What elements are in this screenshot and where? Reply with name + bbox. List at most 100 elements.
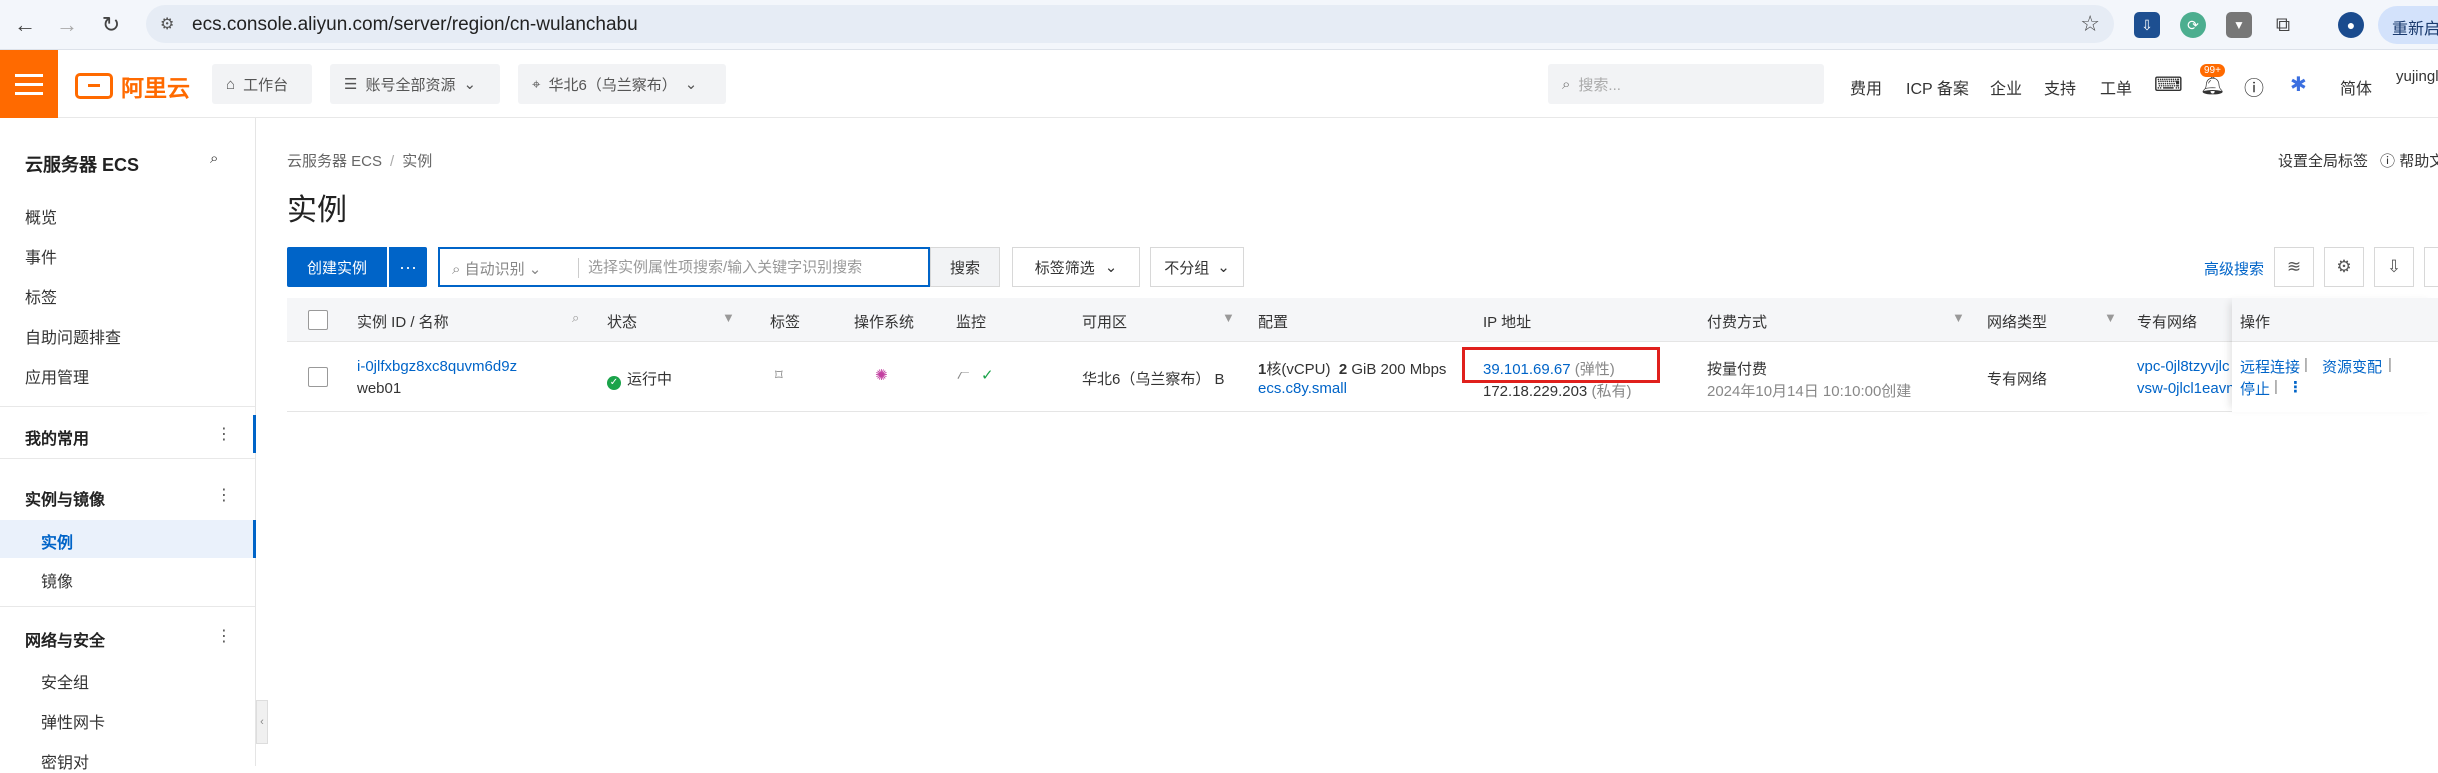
user-account[interactable]: yujingl	[2396, 68, 2438, 85]
download-icon[interactable]: ⇩	[2134, 12, 2160, 38]
gear-icon[interactable]: ⚙	[2324, 247, 2364, 287]
help-icon[interactable]: ⓘ	[2244, 72, 2264, 101]
sidebar-item-app-management[interactable]: 应用管理	[25, 364, 89, 388]
home-icon: ⌂	[226, 75, 236, 93]
global-tag-link[interactable]: 设置全局标签	[2278, 150, 2368, 171]
more-tools-button[interactable]	[2424, 247, 2438, 287]
sidebar-item-eni[interactable]: 弹性网卡	[41, 709, 105, 733]
resize-link[interactable]: 资源变配	[2322, 356, 2382, 377]
extensions-puzzle-icon[interactable]: ⧉	[2270, 12, 2296, 38]
sidebar-item-keypairs[interactable]: 密钥对	[41, 749, 89, 773]
sidebar-item-security-groups[interactable]: 安全组	[41, 669, 89, 693]
address-bar[interactable]: ⚙ ecs.console.aliyun.com/server/region/c…	[146, 5, 2114, 43]
chart-icon[interactable]: ⦧	[957, 366, 969, 383]
monitor-ok-icon[interactable]: ✓	[981, 366, 994, 384]
stop-link[interactable]: 停止	[2240, 378, 2270, 399]
filter-icon[interactable]: ▼	[2104, 310, 2117, 325]
global-search-input[interactable]: ⌕ 搜索...	[1548, 64, 1824, 104]
instance-name: web01	[357, 380, 402, 397]
group-select[interactable]: 不分组 ⌄	[1150, 247, 1244, 287]
more-actions-icon[interactable]: ⋮	[2288, 378, 2303, 396]
favorites-more-icon[interactable]: ⋮	[216, 424, 232, 444]
nav-link-ticket[interactable]: 工单	[2100, 75, 2132, 99]
filter-mode-select[interactable]: ⌕ 自动识别 ⌄	[452, 258, 541, 279]
profile-icon[interactable]: ●	[2338, 12, 2364, 38]
sidebar-item-instances[interactable]: 实例	[41, 529, 73, 553]
row-checkbox[interactable]	[308, 367, 328, 387]
chevron-down-icon: ⌄	[1104, 259, 1118, 276]
billing-method: 按量付费	[1707, 361, 1768, 378]
filter-icon[interactable]: ▼	[1222, 310, 1235, 325]
site-settings-icon[interactable]: ⚙	[160, 14, 174, 34]
create-more-button[interactable]: ···	[389, 247, 427, 287]
language-switch[interactable]: 简体	[2340, 75, 2372, 99]
sidebar-group-favorites[interactable]: 我的常用	[25, 425, 89, 449]
region-select[interactable]: ⌖ 华北6（乌兰察布） ⌄	[518, 64, 726, 104]
search-button[interactable]: 搜索	[930, 247, 1000, 287]
extension-v-icon[interactable]: ▼	[2226, 12, 2252, 38]
breadcrumb-root[interactable]: 云服务器 ECS	[287, 153, 382, 170]
tag-icon[interactable]: ⌑	[775, 366, 783, 384]
nav-link-icp[interactable]: ICP 备案	[1906, 75, 1969, 99]
ops-separator: |	[2388, 356, 2392, 373]
list-icon: ☰	[344, 76, 358, 93]
select-all-checkbox[interactable]	[308, 310, 328, 330]
search-icon: ⌕	[1562, 75, 1571, 93]
sidebar-group-network[interactable]: 网络与安全	[25, 627, 105, 651]
search-icon[interactable]: ⌕	[572, 310, 579, 326]
browser-toolbar: ← → ↻ ⚙ ecs.console.aliyun.com/server/re…	[0, 0, 2438, 50]
instances-group-more-icon[interactable]: ⋮	[216, 485, 232, 505]
help-doc-link[interactable]: ⓘ 帮助文	[2380, 150, 2438, 171]
instance-filter-box: ⌕ 自动识别 ⌄	[438, 247, 930, 287]
create-instance-button[interactable]: 创建实例	[287, 247, 387, 287]
back-icon[interactable]: ←	[10, 10, 40, 40]
instance-type-link[interactable]: ecs.c8y.small	[1258, 380, 1347, 397]
instance-search-input[interactable]	[580, 251, 920, 283]
terminal-icon[interactable]: ⌨	[2154, 72, 2183, 97]
restart-button[interactable]: 重新启	[2378, 6, 2438, 44]
nav-link-support[interactable]: 支持	[2044, 75, 2076, 99]
nav-link-enterprise[interactable]: 企业	[1990, 75, 2022, 99]
resource-scope-select[interactable]: ☰ 账号全部资源 ⌄	[330, 64, 500, 104]
created-time: 2024年10月14日 10:10:00创建	[1707, 383, 1912, 400]
workbench-button[interactable]: ⌂ 工作台	[212, 64, 312, 104]
help-doc-label: 帮助文	[2399, 153, 2438, 170]
sidebar-group-instances[interactable]: 实例与镜像	[25, 486, 105, 510]
sidebar-item-overview[interactable]: 概览	[25, 204, 57, 228]
sidebar-divider	[0, 606, 255, 607]
reload-icon[interactable]: ↻	[96, 10, 126, 40]
sidebar-item-images[interactable]: 镜像	[41, 568, 73, 592]
sidebar-divider	[0, 458, 255, 459]
col-ip: IP 地址	[1483, 314, 1532, 331]
advanced-search-link[interactable]: 高级搜索	[2204, 258, 2264, 279]
vswitch-link[interactable]: vsw-0jlcl1eavn	[2137, 380, 2235, 397]
filter-icon[interactable]: ▼	[722, 310, 735, 325]
memory-size: 2	[1338, 361, 1348, 378]
sidebar-item-tags[interactable]: 标签	[25, 284, 57, 308]
sidebar-item-events[interactable]: 事件	[25, 244, 57, 268]
filter-separator	[578, 258, 579, 278]
nav-link-billing[interactable]: 费用	[1850, 75, 1882, 99]
col-tags: 标签	[770, 314, 801, 331]
assistant-icon[interactable]: ✱	[2290, 72, 2307, 97]
console-top-nav: 阿里云 ⌂ 工作台 ☰ 账号全部资源 ⌄ ⌖ 华北6（乌兰察布） ⌄ ⌕ 搜索.…	[0, 50, 2438, 118]
sidebar-collapse-handle[interactable]: ‹	[256, 700, 268, 744]
private-ip: 172.18.229.203 (私有)	[1483, 380, 1631, 401]
region-label: 华北6（乌兰察布）	[548, 76, 677, 94]
aliyun-logo[interactable]: 阿里云	[75, 69, 190, 103]
bookmark-star-icon[interactable]: ☆	[2080, 11, 2100, 37]
ip-highlight-box	[1462, 347, 1660, 383]
layers-icon[interactable]: ≋	[2274, 247, 2314, 287]
filter-icon[interactable]: ▼	[1952, 310, 1965, 325]
network-group-more-icon[interactable]: ⋮	[216, 626, 232, 646]
instance-id-link[interactable]: i-0jlfxbgz8xc8quvm6d9z	[357, 358, 517, 375]
sidebar-search-icon[interactable]: ⌕	[210, 150, 218, 167]
remote-connect-link[interactable]: 远程连接	[2240, 356, 2300, 377]
sidebar-item-troubleshoot[interactable]: 自助问题排查	[25, 324, 121, 348]
forward-icon[interactable]: →	[52, 10, 82, 40]
vpc-link[interactable]: vpc-0jl8tzyvjlc	[2137, 358, 2230, 375]
tag-filter-select[interactable]: 标签筛选 ⌄	[1012, 247, 1140, 287]
download-icon[interactable]: ⇩	[2374, 247, 2414, 287]
menu-hamburger-icon[interactable]	[0, 50, 58, 118]
extension-translate-icon[interactable]: ⟳	[2180, 12, 2206, 38]
